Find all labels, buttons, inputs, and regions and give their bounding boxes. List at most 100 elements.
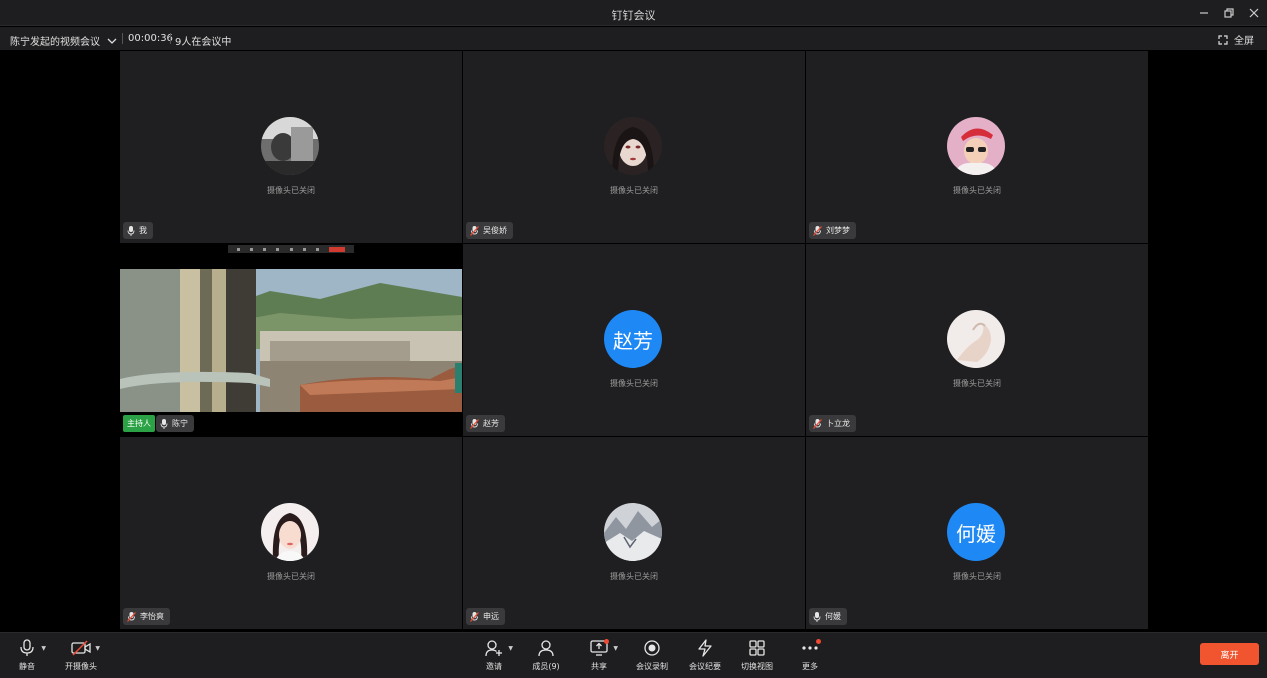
record-icon <box>644 640 660 656</box>
title-bar: 钉钉会议 <box>0 0 1267 26</box>
mute-button[interactable]: ▼ 静音 <box>2 639 52 672</box>
name-label: 刘梦梦 <box>809 222 856 239</box>
microphone-icon <box>813 611 821 622</box>
participant-name: 吴俊娇 <box>483 226 507 235</box>
close-icon <box>1249 8 1259 18</box>
avatar <box>261 117 319 175</box>
avatar <box>261 503 319 561</box>
meeting-name-dropdown[interactable]: 陈宁发起的视频会议 <box>10 33 118 48</box>
members-icon <box>538 640 554 657</box>
members-button[interactable]: 成员(9) <box>521 639 571 672</box>
participant-tile[interactable]: 摄像头已关闭 吴俊娇 <box>463 51 805 243</box>
camera-button[interactable]: ▼ 开摄像头 <box>56 639 106 672</box>
name-label: 陈宁 <box>156 415 194 432</box>
mute-label: 静音 <box>19 662 35 671</box>
participant-tile[interactable]: 摄像头已关闭 李怡爽 <box>120 437 462 629</box>
avatar: 赵芳 <box>604 310 662 368</box>
camera-off-text: 摄像头已关闭 <box>267 572 315 581</box>
restore-icon <box>1224 8 1234 18</box>
host-badge: 主持人 <box>123 415 155 432</box>
participant-tile[interactable]: 何媛 摄像头已关闭 何媛 <box>806 437 1148 629</box>
add-user-icon <box>485 640 502 657</box>
more-button[interactable]: 更多 <box>785 639 835 672</box>
name-label: 我 <box>123 222 153 239</box>
name-label: 卜立龙 <box>809 415 856 432</box>
share-button[interactable]: ▼ 共享 <box>574 639 624 672</box>
share-label: 共享 <box>591 662 607 671</box>
chevron-down-icon[interactable]: ▼ <box>508 645 513 652</box>
lightning-icon <box>698 639 712 657</box>
camera-label: 开摄像头 <box>65 662 97 671</box>
meeting-name: 陈宁发起的视频会议 <box>10 37 100 48</box>
fullscreen-button[interactable]: 全屏 <box>1218 32 1254 47</box>
record-button[interactable]: 会议录制 <box>627 639 677 672</box>
more-label: 更多 <box>802 662 818 671</box>
participant-name: 何媛 <box>825 612 841 621</box>
name-label: 何媛 <box>809 608 847 625</box>
chevron-down-icon <box>107 38 117 44</box>
chevron-down-icon[interactable]: ▼ <box>95 645 100 652</box>
microphone-icon <box>127 225 135 236</box>
name-label: 申远 <box>466 608 505 625</box>
grid-view-icon <box>749 640 765 656</box>
chevron-down-icon[interactable]: ▼ <box>41 645 46 652</box>
microphone-muted-icon <box>813 418 822 429</box>
leave-button[interactable]: 离开 <box>1200 643 1259 665</box>
microphone-muted-icon <box>127 611 136 622</box>
meeting-toolbar: ▼ 静音 ▼ 开摄像头 ▼ 邀请 成员(9) ▼ 共享 会议录制 会议纪要 切换… <box>0 632 1267 678</box>
avatar <box>947 117 1005 175</box>
participant-name: 赵芳 <box>483 419 499 428</box>
participant-count: 9人在会议中 <box>175 37 232 48</box>
name-label: 李怡爽 <box>123 608 170 625</box>
close-button[interactable] <box>1245 4 1263 22</box>
participant-name: 李怡爽 <box>140 612 164 621</box>
record-label: 会议录制 <box>636 662 668 671</box>
participant-name: 陈宁 <box>172 419 188 428</box>
switch-view-button[interactable]: 切换视图 <box>732 639 782 672</box>
notification-dot <box>816 639 821 644</box>
participant-tile[interactable]: 赵芳 摄像头已关闭 赵芳 <box>463 244 805 436</box>
minutes-button[interactable]: 会议纪要 <box>680 639 730 672</box>
microphone-muted-icon <box>470 225 479 236</box>
camera-off-icon <box>71 640 91 656</box>
minimize-button[interactable] <box>1195 4 1213 22</box>
participant-grid: 摄像头已关闭 我 摄像头已关闭 吴俊娇 摄像头已关闭 刘梦梦 主持人 陈宁 赵芳… <box>120 51 1148 631</box>
participant-name: 申远 <box>483 612 499 621</box>
fullscreen-icon <box>1218 34 1228 45</box>
switch-view-label: 切换视图 <box>741 662 773 671</box>
chevron-down-icon[interactable]: ▼ <box>613 645 618 652</box>
restore-button[interactable] <box>1220 4 1238 22</box>
camera-off-text: 摄像头已关闭 <box>953 572 1001 581</box>
participant-name: 卜立龙 <box>826 419 850 428</box>
avatar: 何媛 <box>947 503 1005 561</box>
invite-button[interactable]: ▼ 邀请 <box>469 639 519 672</box>
minimize-icon <box>1200 12 1208 14</box>
avatar <box>604 117 662 175</box>
participant-tile[interactable]: 摄像头已关闭 我 <box>120 51 462 243</box>
meeting-timer: 00:00:36 <box>128 33 173 44</box>
camera-off-text: 摄像头已关闭 <box>610 572 658 581</box>
microphone-icon <box>160 418 168 429</box>
shared-video <box>120 269 462 412</box>
notification-dot <box>604 639 609 644</box>
name-label: 吴俊娇 <box>466 222 513 239</box>
avatar <box>604 503 662 561</box>
minutes-label: 会议纪要 <box>689 662 721 671</box>
fullscreen-label: 全屏 <box>1234 36 1254 47</box>
participant-tile[interactable]: 摄像头已关闭 申远 <box>463 437 805 629</box>
camera-off-text: 摄像头已关闭 <box>610 379 658 388</box>
camera-off-text: 摄像头已关闭 <box>953 379 1001 388</box>
members-label: 成员(9) <box>532 662 560 671</box>
microphone-muted-icon <box>470 611 479 622</box>
divider <box>122 33 123 44</box>
participant-tile[interactable]: 摄像头已关闭 卜立龙 <box>806 244 1148 436</box>
divider <box>170 33 171 44</box>
camera-off-text: 摄像头已关闭 <box>610 186 658 195</box>
participant-tile[interactable]: 摄像头已关闭 刘梦梦 <box>806 51 1148 243</box>
participant-tile-video[interactable]: 主持人 陈宁 <box>120 244 462 436</box>
camera-off-text: 摄像头已关闭 <box>267 186 315 195</box>
microphone-icon <box>20 639 34 656</box>
microphone-muted-icon <box>813 225 822 236</box>
meeting-info-bar: 陈宁发起的视频会议 00:00:36 9人在会议中 全屏 <box>0 27 1267 50</box>
avatar <box>947 310 1005 368</box>
